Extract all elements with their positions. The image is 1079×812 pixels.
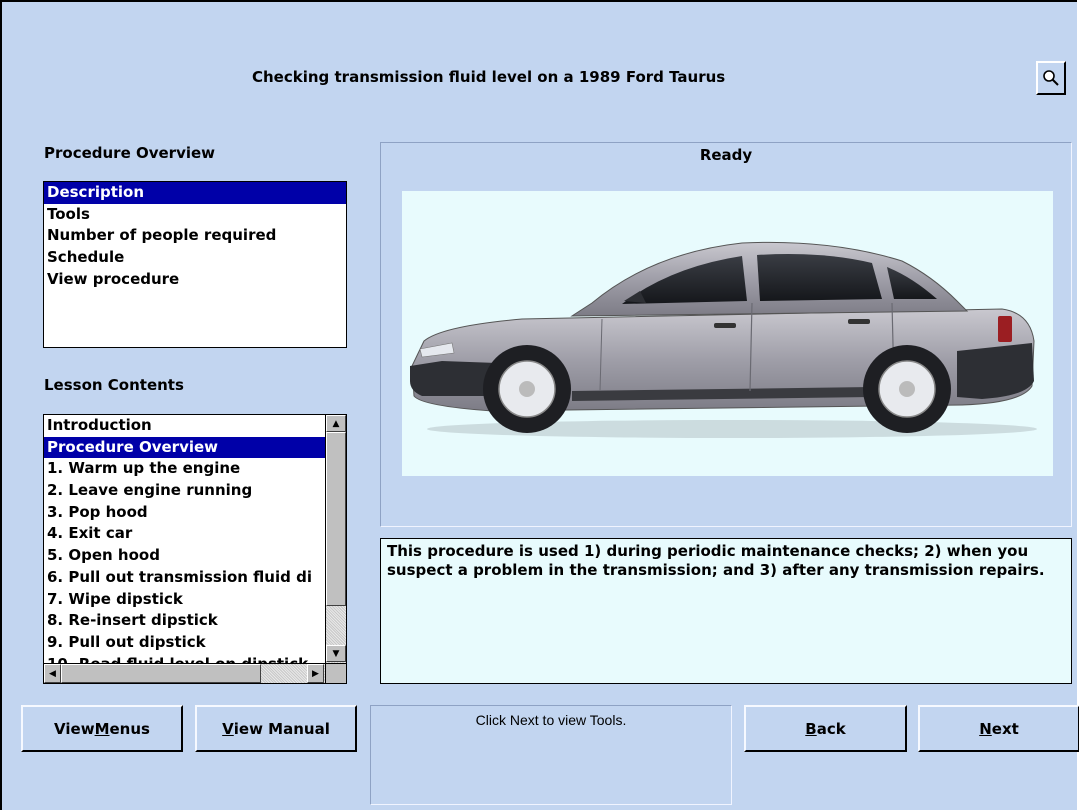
button-accel-key: B: [805, 719, 817, 738]
hint-text: Click Next to view Tools.: [475, 712, 627, 728]
procedure-overview-item[interactable]: Description: [44, 182, 346, 204]
hscroll-thumb[interactable]: [61, 664, 261, 683]
next-button[interactable]: Next: [918, 705, 1079, 752]
procedure-overview-label: Procedure Overview: [44, 144, 216, 162]
button-accel-key: N: [979, 719, 992, 738]
view-manual-button[interactable]: View Manual: [195, 705, 357, 752]
lesson-contents-item[interactable]: 1. Warm up the engine: [44, 458, 325, 480]
lesson-contents-item[interactable]: 10. Read fluid level on dipstick: [44, 654, 325, 663]
back-button[interactable]: Back: [744, 705, 907, 752]
vertical-scrollbar[interactable]: ▲ ▼: [325, 415, 346, 663]
procedure-overview-item[interactable]: Number of people required: [44, 225, 346, 247]
view-menus-button[interactable]: View Menus: [21, 705, 183, 752]
procedure-overview-list[interactable]: Description Tools Number of people require…: [43, 181, 347, 348]
button-accel-key: M: [94, 719, 110, 738]
scroll-left-icon[interactable]: ◀: [44, 664, 61, 683]
lesson-contents-item[interactable]: 5. Open hood: [44, 545, 325, 567]
procedure-overview-item[interactable]: Schedule: [44, 247, 346, 269]
lesson-contents-item[interactable]: 9. Pull out dipstick: [44, 632, 325, 654]
lesson-contents-label: Lesson Contents: [44, 376, 184, 394]
lesson-title: Checking transmission fluid level on a 1…: [252, 68, 726, 86]
app-window: Checking transmission fluid level on a 1…: [0, 0, 1079, 810]
lesson-contents-item[interactable]: 3. Pop hood: [44, 502, 325, 524]
lesson-contents-item[interactable]: 8. Re-insert dipstick: [44, 610, 325, 632]
button-label-part: ext: [991, 719, 1019, 738]
media-panel: Ready: [380, 142, 1072, 527]
description-text: This procedure is used 1) during periodi…: [380, 538, 1072, 684]
lesson-contents-item[interactable]: Procedure Overview: [44, 436, 325, 459]
scroll-down-icon[interactable]: ▼: [326, 645, 346, 662]
lesson-contents-item[interactable]: 6. Pull out transmission fluid di: [44, 567, 325, 589]
button-accel-key: V: [222, 719, 234, 738]
button-label-part: enus: [109, 719, 150, 738]
scroll-up-icon[interactable]: ▲: [326, 415, 346, 432]
lesson-contents-item[interactable]: Introduction: [44, 415, 325, 437]
silver-sedan-image: [410, 241, 1037, 438]
horizontal-scrollbar[interactable]: ◀ ▶: [44, 663, 325, 683]
procedure-overview-item[interactable]: View procedure: [44, 269, 346, 291]
scrollbar-corner: [325, 663, 346, 683]
procedure-overview-item[interactable]: Tools: [44, 204, 346, 226]
magnifier-icon: [1043, 70, 1059, 86]
lesson-contents-list[interactable]: Introduction Procedure Overview 1. Warm up…: [43, 414, 347, 684]
lesson-contents-item[interactable]: 2. Leave engine running: [44, 480, 325, 502]
button-label-part: iew Manual: [233, 719, 330, 738]
status-text: Ready: [699, 146, 753, 164]
button-label-part: View: [54, 719, 95, 738]
hint-box: Click Next to view Tools.: [370, 705, 732, 805]
scroll-right-icon[interactable]: ▶: [307, 664, 324, 683]
car-image: [402, 191, 1053, 476]
scroll-thumb[interactable]: [326, 432, 346, 606]
lesson-contents-item[interactable]: 7. Wipe dipstick: [44, 589, 325, 611]
button-label-part: ack: [816, 719, 846, 738]
lesson-contents-item[interactable]: 4. Exit car: [44, 523, 325, 545]
zoom-button[interactable]: [1036, 61, 1066, 95]
